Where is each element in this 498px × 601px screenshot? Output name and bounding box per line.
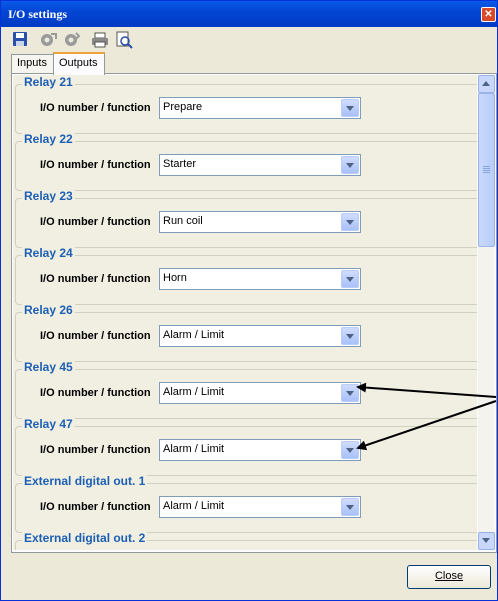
import-icon[interactable] xyxy=(39,31,57,49)
group-title: Relay 26 xyxy=(22,303,75,317)
group-relay-45: Relay 45 I/O number / function Alarm / L… xyxy=(15,360,477,419)
export-icon[interactable] xyxy=(62,31,81,49)
field-label: I/O number / function xyxy=(40,159,151,171)
tab-outputs[interactable]: Outputs xyxy=(53,52,105,75)
outputs-panel: Relay 21 I/O number / function Prepare R… xyxy=(11,73,497,553)
print-preview-icon[interactable] xyxy=(115,31,133,49)
print-icon[interactable] xyxy=(91,31,109,49)
group-title: External digital out. 1 xyxy=(22,474,148,488)
vertical-scrollbar[interactable] xyxy=(478,75,495,550)
io-settings-window: I/O settings ✕ Inputs Outputs Relay 21 I… xyxy=(0,0,498,601)
group-title: Relay 23 xyxy=(22,189,75,203)
save-icon[interactable] xyxy=(12,31,30,49)
group-title: Relay 47 xyxy=(22,417,75,431)
group-external-digital-out-2: External digital out. 2 xyxy=(15,531,477,550)
window-close-icon[interactable]: ✕ xyxy=(481,7,496,22)
field-label: I/O number / function xyxy=(40,387,151,399)
field-label: I/O number / function xyxy=(40,273,151,285)
select-value: Starter xyxy=(163,158,197,170)
group-title: Relay 22 xyxy=(22,132,75,146)
title-bar[interactable]: I/O settings ✕ xyxy=(1,1,497,27)
chevron-down-icon[interactable] xyxy=(341,213,359,231)
tab-inputs[interactable]: Inputs xyxy=(11,54,57,73)
window-title: I/O settings xyxy=(8,7,68,21)
select-value: Alarm / Limit xyxy=(163,386,225,398)
group-relay-21: Relay 21 I/O number / function Prepare xyxy=(15,75,477,134)
close-button-label: Close xyxy=(434,570,464,582)
group-title: Relay 45 xyxy=(22,360,75,374)
select-value: Alarm / Limit xyxy=(163,443,225,455)
scroll-down-icon[interactable] xyxy=(478,532,495,550)
chevron-down-icon[interactable] xyxy=(341,99,359,117)
group-title: External digital out. 2 xyxy=(22,531,148,545)
group-title: Relay 24 xyxy=(22,246,75,260)
chevron-down-icon[interactable] xyxy=(341,498,359,516)
group-external-digital-out-1: External digital out. 1 I/O number / fun… xyxy=(15,474,477,533)
function-select[interactable]: Alarm / Limit xyxy=(159,439,361,461)
function-select[interactable]: Alarm / Limit xyxy=(159,496,361,518)
scroll-up-icon[interactable] xyxy=(478,75,495,93)
select-value: Run coil xyxy=(163,215,203,227)
group-relay-47: Relay 47 I/O number / function Alarm / L… xyxy=(15,417,477,476)
select-value: Horn xyxy=(163,272,187,284)
group-relay-24: Relay 24 I/O number / function Horn xyxy=(15,246,477,305)
chevron-down-icon[interactable] xyxy=(341,384,359,402)
function-select[interactable]: Horn xyxy=(159,268,361,290)
function-select[interactable]: Run coil xyxy=(159,211,361,233)
group-relay-23: Relay 23 I/O number / function Run coil xyxy=(15,189,477,248)
group-relay-22: Relay 22 I/O number / function Starter xyxy=(15,132,477,191)
field-label: I/O number / function xyxy=(40,216,151,228)
toolbar xyxy=(9,29,489,51)
field-label: I/O number / function xyxy=(40,501,151,513)
select-value: Prepare xyxy=(163,101,203,113)
chevron-down-icon[interactable] xyxy=(341,441,359,459)
select-value: Alarm / Limit xyxy=(163,329,225,341)
field-label: I/O number / function xyxy=(40,444,151,456)
group-relay-26: Relay 26 I/O number / function Alarm / L… xyxy=(15,303,477,362)
function-select[interactable]: Alarm / Limit xyxy=(159,325,361,347)
select-value: Alarm / Limit xyxy=(163,500,225,512)
function-select[interactable]: Alarm / Limit xyxy=(159,382,361,404)
chevron-down-icon[interactable] xyxy=(341,156,359,174)
scroll-thumb[interactable] xyxy=(478,93,495,247)
outputs-scroll-area[interactable]: Relay 21 I/O number / function Prepare R… xyxy=(13,75,477,550)
chevron-down-icon[interactable] xyxy=(341,327,359,345)
field-label: I/O number / function xyxy=(40,330,151,342)
function-select[interactable]: Starter xyxy=(159,154,361,176)
close-button[interactable]: Close xyxy=(407,565,491,589)
function-select[interactable]: Prepare xyxy=(159,97,361,119)
group-title: Relay 21 xyxy=(22,75,75,89)
chevron-down-icon[interactable] xyxy=(341,270,359,288)
field-label: I/O number / function xyxy=(40,102,151,114)
